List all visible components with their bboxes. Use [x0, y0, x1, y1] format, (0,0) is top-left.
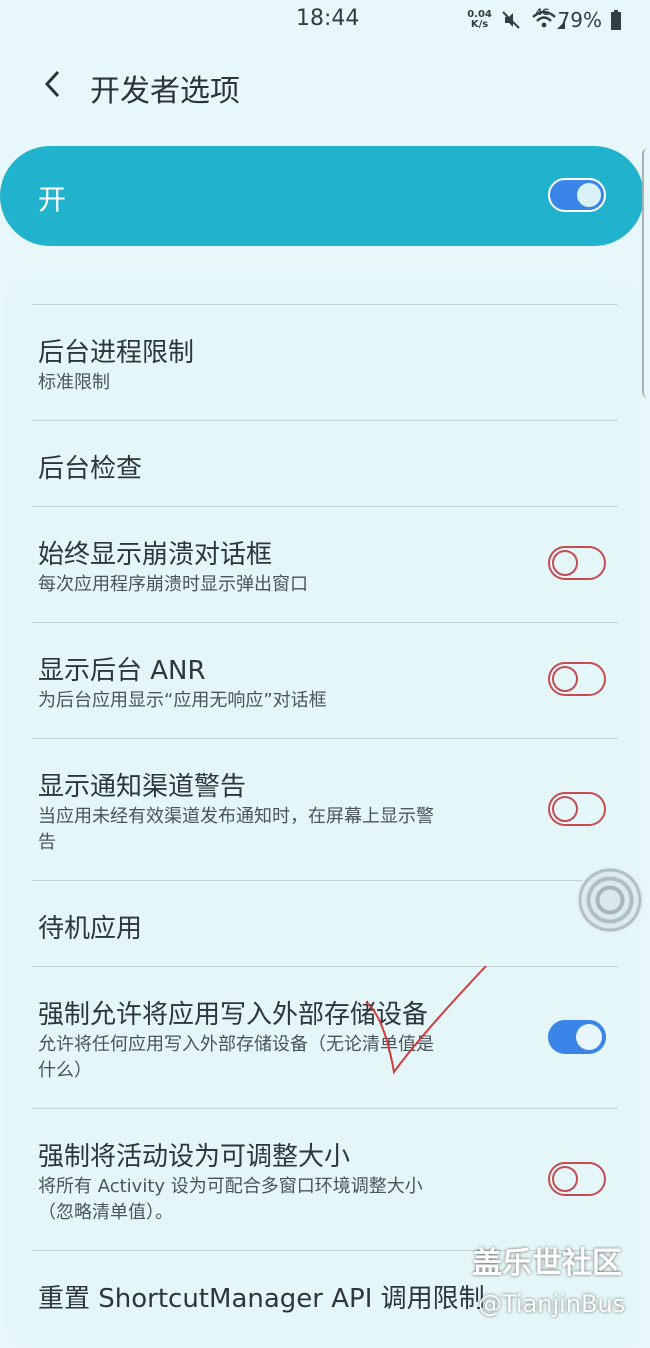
divider: [32, 506, 618, 507]
setting-subtitle: 每次应用程序崩溃时显示弹出窗口: [38, 574, 308, 595]
battery-icon: [610, 9, 622, 31]
divider: [32, 880, 618, 881]
background-anr-toggle[interactable]: [548, 662, 606, 696]
status-icons: 0.04 K/s 4G 79%: [467, 6, 622, 34]
toggle-knob: [552, 796, 578, 822]
assistive-touch-button[interactable]: [576, 866, 644, 934]
external-storage-toggle[interactable]: [548, 1020, 606, 1054]
mute-icon: [500, 9, 522, 31]
setting-subtitle-line2: （忽略清单值）。: [38, 1202, 173, 1223]
setting-subtitle-line1: 当应用未经有效渠道发布通知时，在屏幕上显示警: [38, 806, 434, 827]
setting-title: 始终显示崩溃对话框: [38, 540, 273, 570]
setting-title: 强制将活动设为可调整大小: [38, 1142, 351, 1172]
back-button[interactable]: [34, 64, 70, 104]
divider: [32, 622, 618, 623]
crash-dialog-toggle[interactable]: [548, 546, 606, 580]
setting-title: 待机应用: [38, 914, 143, 944]
page-title: 开发者选项: [90, 74, 240, 109]
back-arrow-icon: [44, 70, 60, 98]
master-toggle[interactable]: [548, 178, 606, 212]
setting-subtitle-line1: 将所有 Activity 设为可配合多窗口环境调整大小: [38, 1176, 423, 1197]
resizable-activities-toggle[interactable]: [548, 1162, 606, 1196]
setting-subtitle: 标准限制: [38, 372, 110, 393]
toggle-knob: [552, 1166, 578, 1192]
master-switch-bar[interactable]: 开: [0, 146, 644, 246]
watermark-author: @TianjinBus: [478, 1290, 626, 1318]
divider: [32, 966, 618, 967]
divider: [32, 304, 618, 305]
divider: [32, 420, 618, 421]
setting-title: 后台检查: [38, 454, 143, 484]
toggle-knob: [576, 1024, 602, 1050]
scroll-indicator: [642, 148, 650, 398]
master-switch-label: 开: [38, 183, 67, 216]
net-speed-unit: K/s: [470, 19, 489, 30]
notification-warning-toggle[interactable]: [548, 792, 606, 826]
setting-title: 重置 ShortcutManager API 调用限制: [38, 1284, 485, 1314]
toggle-knob: [577, 183, 601, 207]
divider: [32, 1108, 618, 1109]
setting-subtitle: 为后台应用显示“应用无响应”对话框: [38, 690, 327, 711]
setting-title: 后台进程限制: [38, 338, 195, 368]
divider: [32, 738, 618, 739]
setting-title: 显示后台 ANR: [38, 656, 206, 686]
header: 开发者选项: [0, 56, 650, 112]
red-checkmark-annotation: [365, 965, 487, 1075]
watermark-community: 盖乐世社区: [472, 1246, 622, 1281]
status-time: 18:44: [296, 6, 360, 31]
battery-percent: 79%: [557, 8, 602, 32]
setting-title: 显示通知渠道警告: [38, 772, 247, 802]
signal-type-label: 4G: [535, 8, 550, 18]
toggle-knob: [552, 550, 578, 576]
status-bar: 18:44 0.04 K/s 4G 79%: [0, 0, 650, 40]
toggle-knob: [552, 666, 578, 692]
setting-subtitle-line2: 告: [38, 832, 56, 853]
network-speed: 0.04 K/s: [467, 10, 492, 30]
